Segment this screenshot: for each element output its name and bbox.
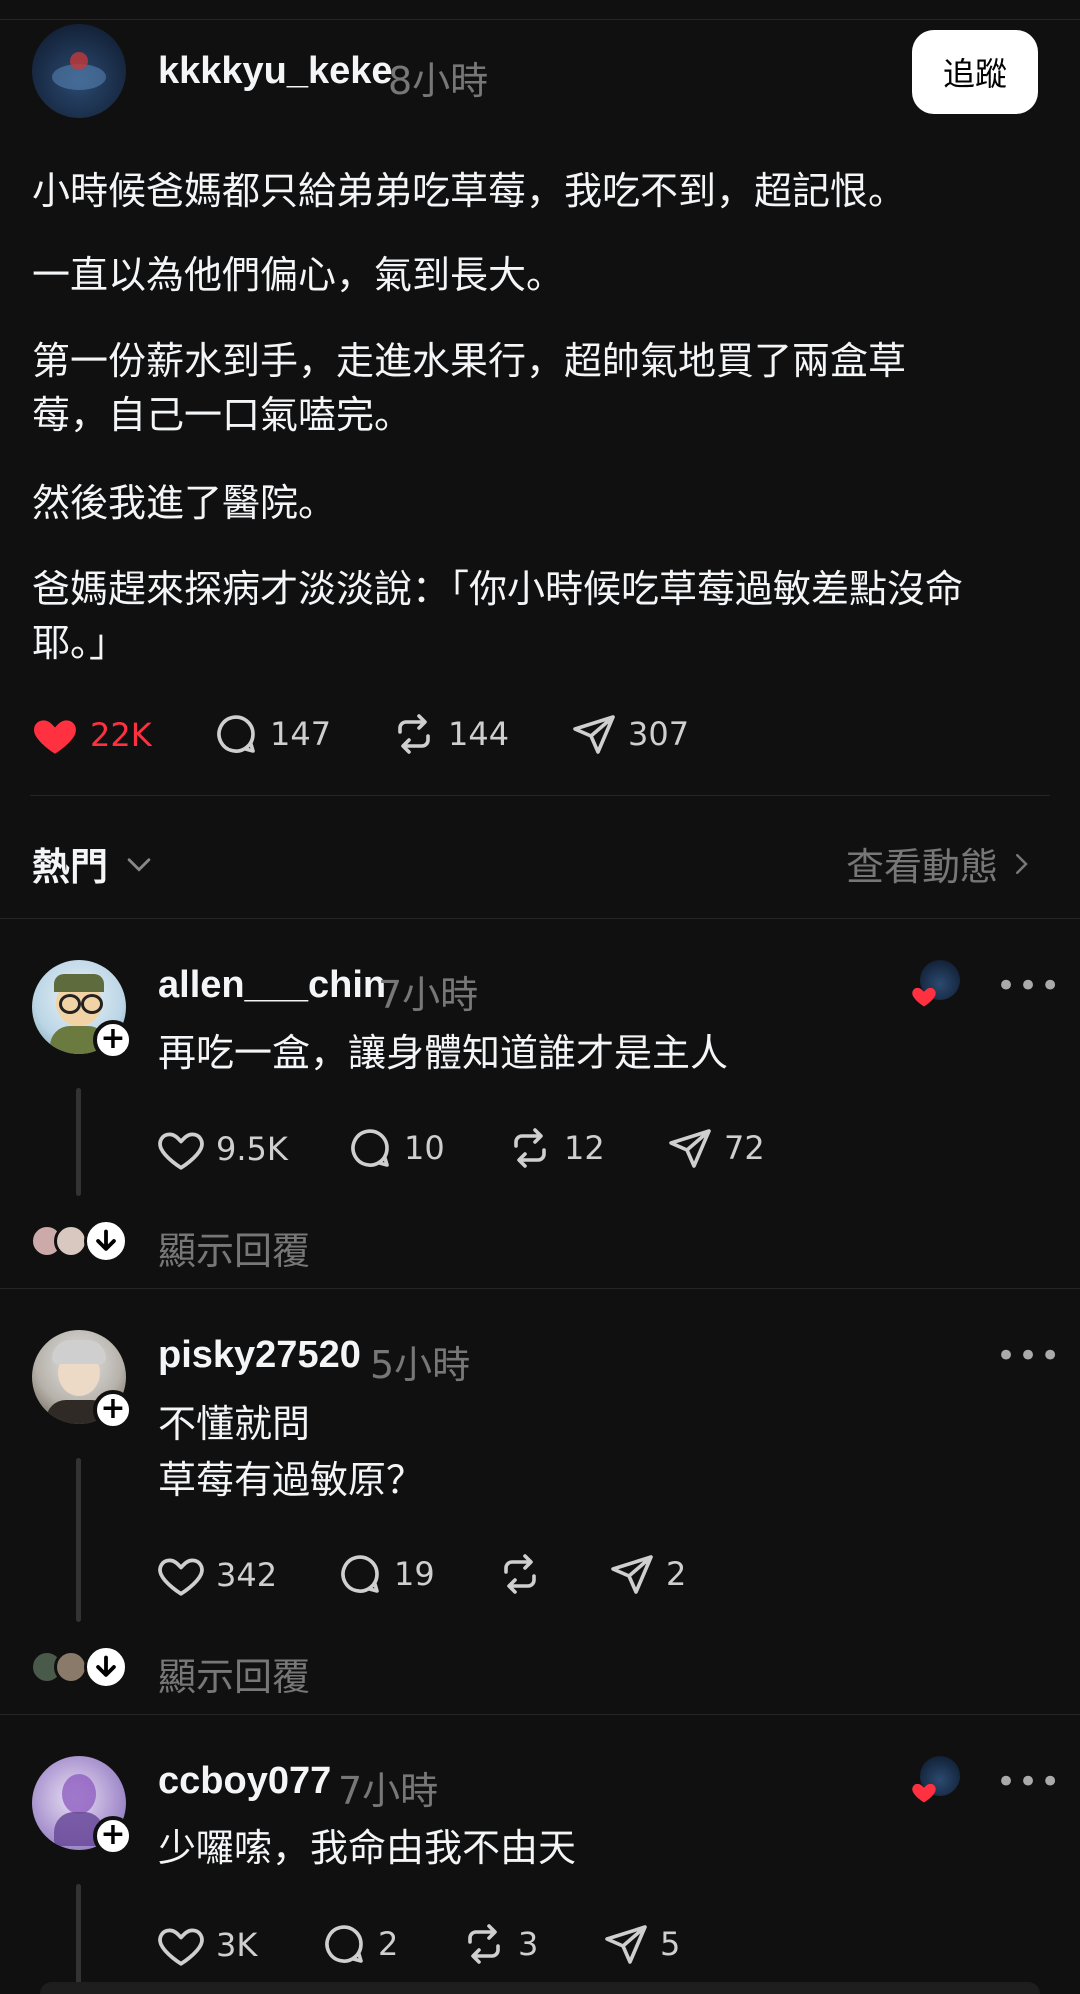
- author-liked-badge: [912, 960, 960, 1008]
- comment-button[interactable]: 2: [320, 1920, 398, 1968]
- post-paragraph: 一直以為他們偏心，氣到長大。: [32, 253, 565, 297]
- post-paragraph: 然後我進了醫院。: [32, 481, 337, 525]
- comment-button[interactable]: 19: [336, 1550, 435, 1598]
- repost-button[interactable]: [496, 1550, 554, 1598]
- more-options-button[interactable]: •••: [996, 966, 1062, 1006]
- comment-button[interactable]: 147: [212, 710, 331, 758]
- show-replies-link[interactable]: 顯示回覆: [158, 1220, 310, 1275]
- repost-icon: [460, 1920, 508, 1968]
- share-button[interactable]: 2: [608, 1550, 686, 1598]
- heart-filled-icon: [910, 982, 938, 1010]
- share-count: 5: [660, 1925, 681, 1963]
- follow-button[interactable]: 追蹤: [912, 30, 1038, 114]
- follow-plus-button[interactable]: +: [93, 1390, 133, 1430]
- more-options-button[interactable]: •••: [996, 1336, 1062, 1376]
- show-replies-link[interactable]: 顯示回覆: [158, 1646, 310, 1701]
- like-button[interactable]: 3K: [156, 1920, 257, 1970]
- heart-icon: [156, 1920, 206, 1970]
- heart-icon: [156, 1550, 206, 1600]
- reply-text: 少囉嗦，我命由我不由天: [158, 1826, 577, 1870]
- comment-count: 2: [378, 1925, 399, 1963]
- repost-icon: [506, 1124, 554, 1172]
- more-options-button[interactable]: •••: [996, 1762, 1062, 1802]
- reply-avatar: [54, 1650, 88, 1684]
- like-count: 3K: [216, 1926, 258, 1964]
- username[interactable]: allen___chin: [158, 964, 386, 1007]
- username[interactable]: pisky27520: [158, 1334, 361, 1377]
- thread-line: [76, 1458, 81, 1622]
- reply-time: 5小時: [370, 1343, 471, 1387]
- post-paragraph: 爸媽趕來探病才淡淡說：「你小時候吃草莓過敏差點沒命 耶。」: [32, 567, 964, 665]
- arrow-down-icon: [96, 1229, 116, 1251]
- divider: [0, 1288, 1080, 1289]
- repost-count: 12: [564, 1129, 605, 1167]
- follow-plus-button[interactable]: +: [93, 1816, 133, 1856]
- repost-button[interactable]: 3: [460, 1920, 538, 1968]
- like-button[interactable]: 9.5K: [156, 1124, 288, 1174]
- comment-count: 19: [394, 1555, 435, 1593]
- reply-text: 不懂就問 草莓有過敏原？: [158, 1402, 425, 1502]
- share-count: 72: [724, 1129, 765, 1167]
- comment-icon: [212, 710, 260, 758]
- chevron-right-icon: [1016, 853, 1028, 874]
- comment-icon: [346, 1124, 394, 1172]
- username[interactable]: ccboy077: [158, 1760, 331, 1803]
- share-count: 307: [628, 715, 690, 753]
- share-button[interactable]: 5: [602, 1920, 680, 1968]
- send-icon: [570, 710, 618, 758]
- repost-count: 144: [448, 715, 510, 753]
- divider: [30, 795, 1050, 796]
- post-paragraph: 第一份薪水到手，走進水果行，超帥氣地買了兩盒草 莓，自己一口氣嗑完。: [32, 339, 907, 437]
- sort-label: 熱門: [32, 845, 109, 889]
- show-replies-arrow-button[interactable]: [84, 1219, 128, 1263]
- share-button[interactable]: 72: [666, 1124, 765, 1172]
- author-liked-badge: [912, 1756, 960, 1804]
- share-count: 2: [666, 1555, 687, 1593]
- sort-dropdown[interactable]: 熱門: [32, 836, 156, 891]
- send-icon: [608, 1550, 656, 1598]
- divider: [0, 918, 1080, 919]
- username[interactable]: kkkkyu_keke: [158, 50, 393, 93]
- thread-line: [76, 1884, 81, 1991]
- like-count: 22K: [90, 716, 152, 754]
- top-divider: [0, 19, 1080, 20]
- send-icon: [666, 1124, 714, 1172]
- arrow-down-icon: [96, 1655, 116, 1677]
- chevron-down-icon: [127, 857, 151, 872]
- view-activity-label: 查看動態: [845, 845, 998, 889]
- follow-plus-button[interactable]: +: [93, 1020, 133, 1060]
- avatar[interactable]: [32, 24, 126, 118]
- like-count: 342: [216, 1556, 278, 1594]
- repost-button[interactable]: 144: [390, 710, 509, 758]
- post-paragraph: 小時候爸媽都只給弟弟吃草莓，我吃不到，超記恨。: [32, 169, 907, 213]
- repost-count: 3: [518, 1925, 539, 1963]
- send-icon: [602, 1920, 650, 1968]
- repost-icon: [496, 1550, 544, 1598]
- thread-line: [76, 1088, 81, 1196]
- like-button[interactable]: 22K: [30, 710, 152, 760]
- comment-icon: [320, 1920, 368, 1968]
- reply-avatar: [54, 1224, 88, 1258]
- heart-icon: [156, 1124, 206, 1174]
- bottom-sheet-edge: [40, 1982, 1040, 1994]
- view-activity-link[interactable]: 查看動態: [846, 836, 1036, 891]
- show-replies-arrow-button[interactable]: [84, 1645, 128, 1689]
- reply-time: 7小時: [378, 973, 479, 1017]
- share-button[interactable]: 307: [570, 710, 689, 758]
- repost-icon: [390, 710, 438, 758]
- like-count: 9.5K: [216, 1130, 288, 1168]
- divider: [0, 1714, 1080, 1715]
- repost-button[interactable]: 12: [506, 1124, 605, 1172]
- comment-button[interactable]: 10: [346, 1124, 445, 1172]
- heart-filled-icon: [910, 1778, 938, 1806]
- post-time: 8小時: [388, 59, 489, 103]
- heart-filled-icon: [30, 710, 80, 760]
- comment-count: 147: [270, 715, 332, 753]
- reply-text: 再吃一盒，讓身體知道誰才是主人: [158, 1031, 729, 1075]
- reply-time: 7小時: [338, 1769, 439, 1813]
- comment-count: 10: [404, 1129, 445, 1167]
- comment-icon: [336, 1550, 384, 1598]
- like-button[interactable]: 342: [156, 1550, 277, 1600]
